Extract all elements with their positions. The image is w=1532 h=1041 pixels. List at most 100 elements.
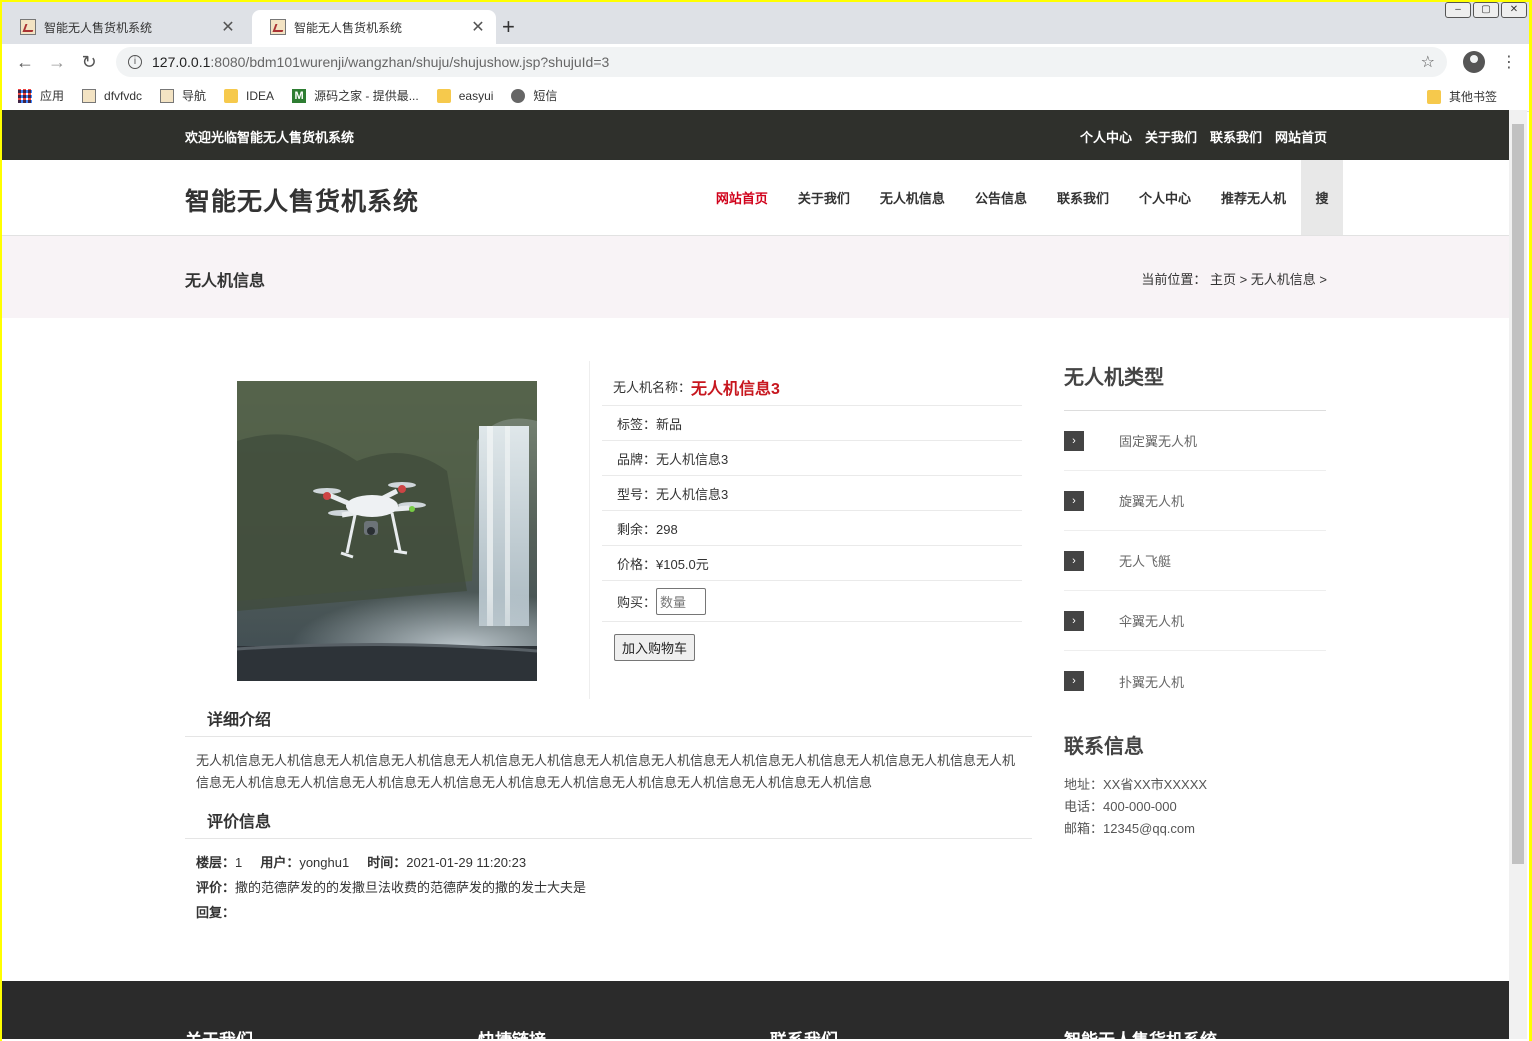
product-image xyxy=(237,381,537,681)
bookmark-label: IDEA xyxy=(246,88,275,103)
nav-contact[interactable]: 联系我们 xyxy=(1042,188,1124,207)
bookmark-nav[interactable]: 导航 xyxy=(160,87,206,104)
bookmark-sms[interactable]: 短信 xyxy=(511,87,557,104)
category-item[interactable]: › 无人飞艇 xyxy=(1064,531,1326,591)
address-bar: ← → ↻ i 127.0.0.1:8080/bdm101wurenji/wan… xyxy=(2,44,1529,80)
bookmark-label: 应用 xyxy=(40,89,65,103)
contact-info: 地址：XX省XX市XXXXX 电话：400-000-000 邮箱：12345@q… xyxy=(1064,774,1207,840)
bookmark-dfvfvdc[interactable]: dfvfvdc xyxy=(82,88,143,103)
chevron-right-icon: › xyxy=(1064,550,1084,571)
category-item[interactable]: › 固定翼无人机 xyxy=(1064,411,1326,471)
minimize-icon[interactable]: – xyxy=(1445,2,1471,18)
top-links: 个人中心 关于我们 联系我们 网站首页 xyxy=(1080,127,1327,146)
bookmark-star-icon[interactable]: ☆ xyxy=(1421,52,1435,72)
category-item[interactable]: › 旋翼无人机 xyxy=(1064,471,1326,531)
maximize-icon[interactable]: ▢ xyxy=(1473,2,1499,18)
category-item[interactable]: › 伞翼无人机 xyxy=(1064,591,1326,651)
chevron-right-icon: › xyxy=(1064,610,1084,631)
reply-label: 回复： xyxy=(196,905,236,920)
spec-model: 型号：无人机信息3 xyxy=(602,476,1022,511)
reviews-title: 评价信息 xyxy=(207,814,272,831)
back-icon[interactable]: ← xyxy=(14,52,36,73)
detail-title: 详细介绍 xyxy=(207,712,272,729)
top-link-home[interactable]: 网站首页 xyxy=(1275,127,1327,146)
close-tab-icon[interactable]: ✕ xyxy=(220,17,236,37)
tab-title: 智能无人售货机系统 xyxy=(44,20,153,35)
detail-text: 无人机信息无人机信息无人机信息无人机信息无人机信息无人机信息无人机信息无人机信息… xyxy=(196,753,1016,790)
bookmark-label: 源码之家 - 提供最... xyxy=(314,89,419,103)
category-item[interactable]: › 扑翼无人机 xyxy=(1064,651,1326,711)
bookmark-label: 短信 xyxy=(533,89,558,103)
site-favicon-icon xyxy=(20,19,36,35)
chevron-right-icon: › xyxy=(1064,671,1084,691)
bookmark-label: easyui xyxy=(458,88,494,103)
product-specs: 无人机名称： 无人机信息3 标签：新品 品牌：无人机信息3 型号：无人机信息3 … xyxy=(602,368,1022,661)
divider xyxy=(589,361,590,699)
nav-home[interactable]: 网站首页 xyxy=(701,188,783,207)
tab-strip: 智能无人售货机系统 ✕ 智能无人售货机系统 ✕ + – ▢ ✕ xyxy=(2,2,1529,44)
footer-heading-site: 智能无人售货机系统 xyxy=(1064,1026,1217,1039)
reload-icon[interactable]: ↻ xyxy=(78,52,100,73)
site-favicon-icon xyxy=(160,88,175,103)
top-link-profile[interactable]: 个人中心 xyxy=(1080,127,1132,146)
review-meta: 楼层：1 用户：yonghu1 时间：2021-01-29 11:20:23 xyxy=(196,852,526,871)
review-reply: 回复： xyxy=(196,902,235,921)
floor-value: 1 xyxy=(235,855,243,870)
scrollbar-thumb[interactable] xyxy=(1512,124,1524,864)
category-label: 旋翼无人机 xyxy=(1119,494,1185,509)
globe-icon xyxy=(511,88,526,103)
close-tab-icon[interactable]: ✕ xyxy=(470,17,486,37)
bookmark-idea[interactable]: IDEA xyxy=(224,88,275,103)
forward-icon[interactable]: → xyxy=(46,52,68,73)
browser-tab-2[interactable]: 智能无人售货机系统 ✕ xyxy=(252,10,496,44)
url-text: 127.0.0.1:8080/bdm101wurenji/wangzhan/sh… xyxy=(152,54,1421,70)
bookmark-label: dfvfvdc xyxy=(104,88,143,103)
nav-profile[interactable]: 个人中心 xyxy=(1124,188,1206,207)
top-link-about[interactable]: 关于我们 xyxy=(1145,127,1197,146)
bookmark-easyui[interactable]: easyui xyxy=(436,88,494,103)
page-title: 无人机信息 xyxy=(185,273,266,290)
page-banner: 无人机信息 当前位置： 主页 > 无人机信息 > xyxy=(2,236,1509,318)
time-label: 时间： xyxy=(367,855,407,870)
category-title: 无人机类型 xyxy=(1064,367,1164,389)
user-label: 用户： xyxy=(260,855,300,870)
bookmark-apps[interactable]: 应用 xyxy=(18,87,64,104)
profile-avatar-icon[interactable] xyxy=(1463,51,1485,73)
menu-kebab-icon[interactable]: ⋮ xyxy=(1501,52,1517,72)
spec-stock: 剩余：298 xyxy=(602,511,1022,546)
nav-notices[interactable]: 公告信息 xyxy=(960,188,1042,207)
m-logo-icon: M xyxy=(292,88,307,103)
nav-drone-info[interactable]: 无人机信息 xyxy=(865,188,960,207)
site-footer: 关于我们 快捷链接 联系我们 智能无人售货机系统 xyxy=(2,981,1509,1039)
site-title[interactable]: 智能无人售货机系统 xyxy=(185,182,419,218)
footer-heading-links: 快捷链接 xyxy=(478,1026,546,1039)
bookmark-other[interactable]: 其他书签 xyxy=(1426,88,1497,105)
browser-tab-1[interactable]: 智能无人售货机系统 ✕ xyxy=(2,10,246,44)
folder-icon xyxy=(1426,89,1441,104)
rating-label: 评价： xyxy=(196,880,236,895)
info-icon[interactable]: i xyxy=(128,55,142,69)
site-favicon-icon xyxy=(82,88,97,103)
close-window-icon[interactable]: ✕ xyxy=(1501,2,1527,18)
main-nav: 网站首页 关于我们 无人机信息 公告信息 联系我们 个人中心 推荐无人机 搜 xyxy=(701,160,1343,235)
page-scrollbar[interactable] xyxy=(1509,110,1527,1039)
quantity-input[interactable]: 数量 xyxy=(656,587,707,615)
nav-about[interactable]: 关于我们 xyxy=(783,188,865,207)
nav-recommend[interactable]: 推荐无人机 xyxy=(1206,188,1301,207)
sidebar: 无人机类型 › 固定翼无人机 › 旋翼无人机 › 无人飞艇 › 伞翼无人机 › 扑翼无人机 xyxy=(1064,361,1326,711)
search-button[interactable]: 搜 xyxy=(1301,160,1343,235)
add-to-cart-button[interactable]: 加入购物车 xyxy=(614,634,696,661)
divider xyxy=(185,736,1032,737)
folder-icon xyxy=(436,88,451,103)
new-tab-icon[interactable]: + xyxy=(502,14,515,40)
welcome-text: 欢迎光临智能无人售货机系统 xyxy=(185,130,355,145)
bookmark-yuanma[interactable]: M 源码之家 - 提供最... xyxy=(292,87,419,104)
breadcrumb: 当前位置： 主页 > 无人机信息 > xyxy=(1141,272,1327,287)
category-label: 伞翼无人机 xyxy=(1119,614,1185,629)
product-name-label: 无人机名称： xyxy=(613,380,692,395)
top-strip: 欢迎光临智能无人售货机系统 个人中心 关于我们 联系我们 网站首页 xyxy=(2,110,1509,160)
url-input[interactable]: i 127.0.0.1:8080/bdm101wurenji/wangzhan/… xyxy=(116,47,1447,77)
spec-price: 价格：¥105.0元 xyxy=(602,546,1022,581)
contact-email: 邮箱：12345@qq.com xyxy=(1064,821,1195,836)
top-link-contact[interactable]: 联系我们 xyxy=(1210,127,1262,146)
